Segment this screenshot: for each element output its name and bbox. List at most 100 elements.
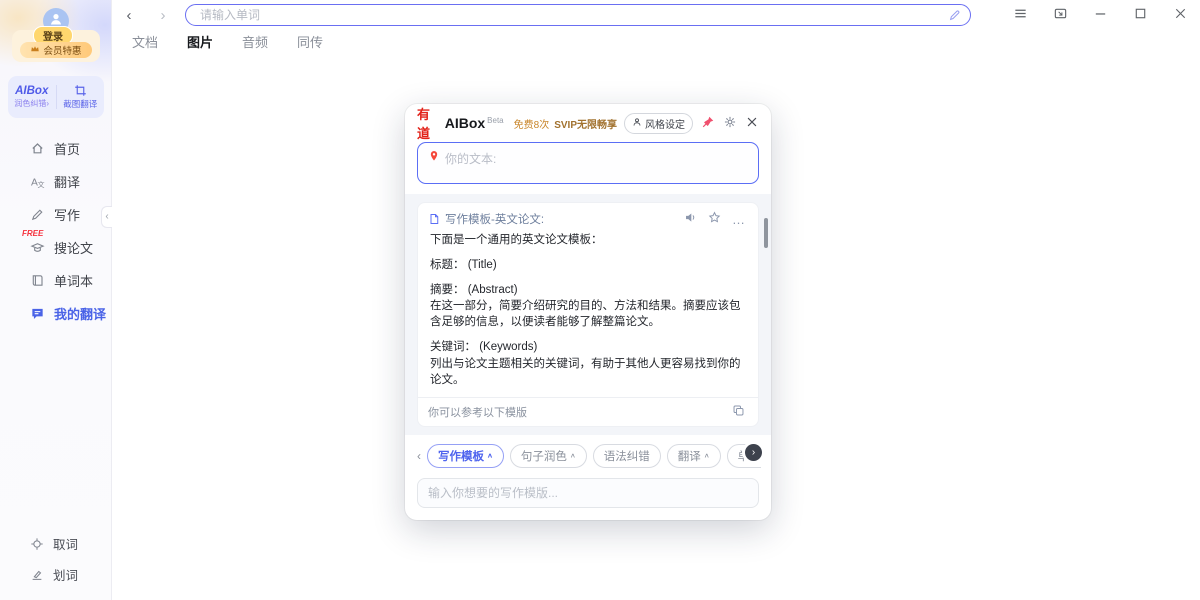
speaker-button[interactable] bbox=[681, 211, 700, 227]
tab-simultaneous[interactable]: 同传 bbox=[297, 32, 323, 51]
person-icon bbox=[632, 117, 642, 130]
tab-document[interactable]: 文档 bbox=[132, 32, 158, 51]
template-line: 列出与论文主题相关的关键词，有助于其他人更容易找到你的论文。 bbox=[430, 356, 746, 388]
beta-badge: Beta bbox=[487, 116, 503, 125]
pen-icon bbox=[30, 207, 45, 222]
dialog-header: 有道 AIBox Beta 免费8次 SVIP无限畅享 风格设定 bbox=[405, 104, 771, 134]
highlighter-icon bbox=[30, 568, 44, 582]
svg-text:文: 文 bbox=[38, 180, 45, 189]
aibox-card: AIBox 润色纠错› 截图翻译 bbox=[8, 76, 104, 118]
screenshot-translate-button[interactable]: 截图翻译 bbox=[57, 84, 105, 110]
sidebar-item-translate[interactable]: A文 翻译 bbox=[0, 165, 111, 198]
pin-button[interactable] bbox=[701, 115, 715, 132]
search-box bbox=[185, 4, 971, 26]
sidebar-collapse-handle[interactable]: ‹ bbox=[101, 206, 112, 228]
close-icon bbox=[745, 115, 759, 132]
tab-image[interactable]: 图片 bbox=[187, 32, 213, 51]
translate-icon: A文 bbox=[30, 174, 45, 189]
close-window-button[interactable] bbox=[1171, 4, 1190, 26]
vip-offer-button[interactable]: 会员特惠 bbox=[20, 42, 92, 58]
window-controls bbox=[1011, 0, 1190, 30]
mini-window-button[interactable] bbox=[1051, 4, 1070, 26]
document-icon bbox=[428, 213, 440, 225]
sidebar-item-writing[interactable]: 写作 bbox=[0, 198, 111, 231]
sidebar-item-label: 翻译 bbox=[54, 172, 80, 191]
word-capture-toggle[interactable]: 取词 bbox=[0, 528, 111, 559]
ellipsis-icon: … bbox=[732, 212, 745, 227]
vip-label: 会员特惠 bbox=[43, 43, 81, 57]
settings-button[interactable] bbox=[723, 115, 737, 132]
sidebar-menu: 首页 A文 翻译 写作 FREE 搜论文 bbox=[0, 132, 111, 330]
app-menu-button[interactable] bbox=[1011, 4, 1030, 26]
chevron-left-icon: ‹ bbox=[105, 211, 108, 222]
template-line bbox=[430, 248, 746, 257]
nav-back-button[interactable]: ‹ bbox=[118, 4, 140, 26]
word-select-toggle[interactable]: 划词 bbox=[0, 559, 111, 590]
minimize-button[interactable] bbox=[1091, 4, 1110, 26]
sidebar-item-label: 我的翻译 bbox=[54, 304, 106, 323]
chips-scroll-left-button[interactable]: ‹ bbox=[417, 449, 421, 463]
graduation-cap-icon bbox=[30, 240, 45, 255]
chevron-up-icon: ∧ bbox=[487, 452, 493, 459]
aibox-polish-button[interactable]: AIBox 润色纠错› bbox=[8, 85, 56, 109]
bottom-item-label: 取词 bbox=[53, 534, 78, 553]
chip-grammar-check[interactable]: 语法纠错 bbox=[593, 444, 661, 468]
copy-icon bbox=[732, 404, 745, 420]
template-request-input[interactable] bbox=[417, 478, 759, 508]
style-settings-label: 风格设定 bbox=[645, 116, 685, 131]
minimize-icon bbox=[1093, 6, 1108, 24]
chip-writing-template[interactable]: 写作模板 ∧ bbox=[427, 444, 504, 468]
chip-label: 写作模板 bbox=[438, 448, 484, 464]
pushpin-icon bbox=[701, 115, 715, 132]
close-icon bbox=[1173, 6, 1188, 24]
youdao-logo: 有道 bbox=[417, 104, 442, 142]
bottom-item-label: 划词 bbox=[53, 565, 78, 584]
aibox-subtitle: 润色纠错› bbox=[14, 98, 49, 109]
sidebar-item-label: 首页 bbox=[54, 139, 80, 158]
sidebar-item-wordbook[interactable]: 单词本 bbox=[0, 264, 111, 297]
text-input-placeholder: 你的文本: bbox=[445, 150, 496, 176]
home-icon bbox=[30, 141, 45, 156]
function-chips-row: ‹ 写作模板 ∧ 句子润色 ∧ 语法纠错 翻译 ∧ 单词百科 bbox=[405, 435, 771, 468]
template-card-header: 写作模板-英文论文: … bbox=[418, 203, 758, 230]
crop-icon bbox=[74, 84, 87, 97]
chip-label: 句子润色 bbox=[521, 448, 567, 464]
speaker-icon bbox=[684, 211, 697, 227]
template-line: 标题： (Title) bbox=[430, 257, 746, 273]
template-line: 关键词： (Keywords) bbox=[430, 339, 746, 355]
template-card: 写作模板-英文论文: … bbox=[417, 202, 759, 427]
dialog-close-button[interactable] bbox=[745, 115, 759, 132]
template-text: 下面是一个通用的英文论文模板： 标题： (Title) 摘要： (Abstrac… bbox=[418, 230, 758, 394]
maximize-button[interactable] bbox=[1131, 4, 1150, 26]
ai-response-panel: 写作模板-英文论文: … bbox=[405, 194, 771, 435]
handwriting-icon[interactable] bbox=[948, 8, 962, 22]
sidebar-item-papers[interactable]: FREE 搜论文 bbox=[0, 231, 111, 264]
sidebar-item-label: 搜论文 bbox=[54, 238, 93, 257]
nav-forward-button[interactable]: › bbox=[152, 4, 174, 26]
svip-upsell[interactable]: SVIP无限畅享 bbox=[554, 116, 617, 131]
text-input-area[interactable]: 你的文本: bbox=[417, 142, 759, 184]
more-button[interactable]: … bbox=[729, 212, 748, 227]
app-window: 登录 会员特惠 AIBox 润色纠错› 截图翻译 bbox=[0, 0, 1200, 600]
copy-button[interactable] bbox=[729, 404, 748, 420]
dialog-scrollbar-thumb[interactable] bbox=[764, 218, 768, 248]
tab-audio[interactable]: 音频 bbox=[242, 32, 268, 51]
chip-sentence-polish[interactable]: 句子润色 ∧ bbox=[510, 444, 587, 468]
search-input[interactable] bbox=[185, 4, 971, 26]
chip-label: 语法纠错 bbox=[604, 448, 650, 464]
chips-scroll-right-button[interactable]: › bbox=[745, 444, 762, 461]
favorite-button[interactable] bbox=[705, 211, 724, 227]
sidebar-item-home[interactable]: 首页 bbox=[0, 132, 111, 165]
chevron-up-icon: ∧ bbox=[704, 452, 710, 459]
sidebar-item-my-translations[interactable]: 我的翻译 bbox=[0, 297, 111, 330]
style-settings-button[interactable]: 风格设定 bbox=[624, 113, 693, 134]
location-pin-icon bbox=[428, 150, 440, 176]
aibox-logo: AIBox bbox=[15, 85, 48, 97]
chip-translate[interactable]: 翻译 ∧ bbox=[667, 444, 721, 468]
template-line: 摘要： (Abstract) bbox=[430, 282, 746, 298]
crown-icon bbox=[30, 44, 40, 57]
template-line: 在这一部分，简要介绍研究的目的、方法和结果。摘要应该包含足够的信息，以便读者能够… bbox=[430, 298, 746, 330]
star-icon bbox=[708, 211, 721, 227]
result-tabs: 文档 图片 音频 同传 bbox=[112, 30, 323, 52]
screenshot-label: 截图翻译 bbox=[63, 98, 97, 110]
